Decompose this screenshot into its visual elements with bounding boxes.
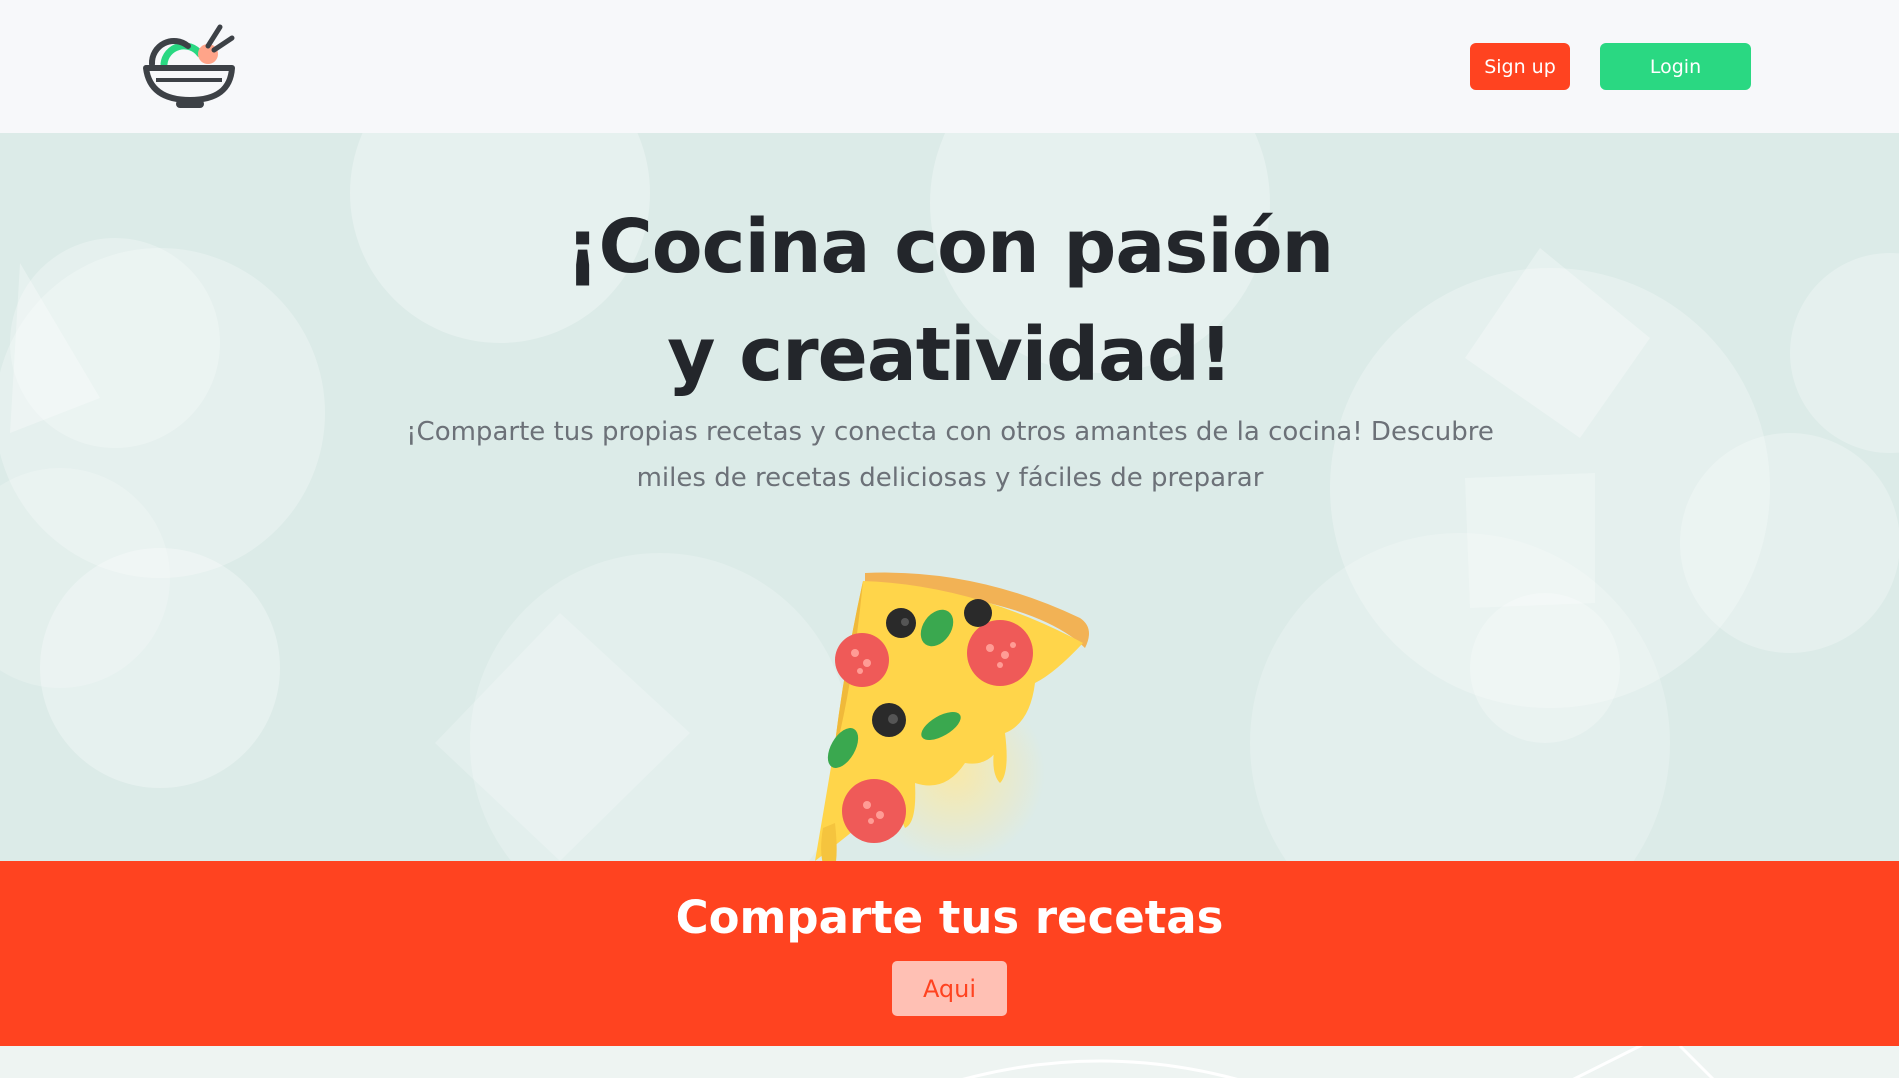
hero-title-line-2: y creatividad! bbox=[667, 312, 1232, 398]
pizza-slice-illustration bbox=[815, 572, 1089, 861]
share-recipes-section: Comparte tus recetas Aqui bbox=[0, 861, 1899, 1046]
decorative-lines bbox=[962, 1046, 1715, 1078]
login-button[interactable]: Login bbox=[1600, 43, 1751, 90]
share-recipes-button[interactable]: Aqui bbox=[892, 961, 1007, 1016]
share-recipes-title: Comparte tus recetas bbox=[675, 891, 1224, 944]
hero-description: ¡Comparte tus propias recetas y conecta … bbox=[406, 417, 1494, 493]
signup-button[interactable]: Sign up bbox=[1470, 43, 1570, 90]
hero-title: ¡Cocina con pasión y creatividad! bbox=[0, 193, 1899, 409]
hero-title-line-1: ¡Cocina con pasión bbox=[565, 204, 1335, 290]
bowl-logo-icon[interactable] bbox=[142, 24, 238, 110]
hero-section: ¡Cocina con pasión y creatividad! ¡Compa… bbox=[0, 133, 1899, 861]
top-nav: Sign up Login bbox=[0, 0, 1899, 133]
next-section-strip bbox=[0, 1046, 1899, 1078]
